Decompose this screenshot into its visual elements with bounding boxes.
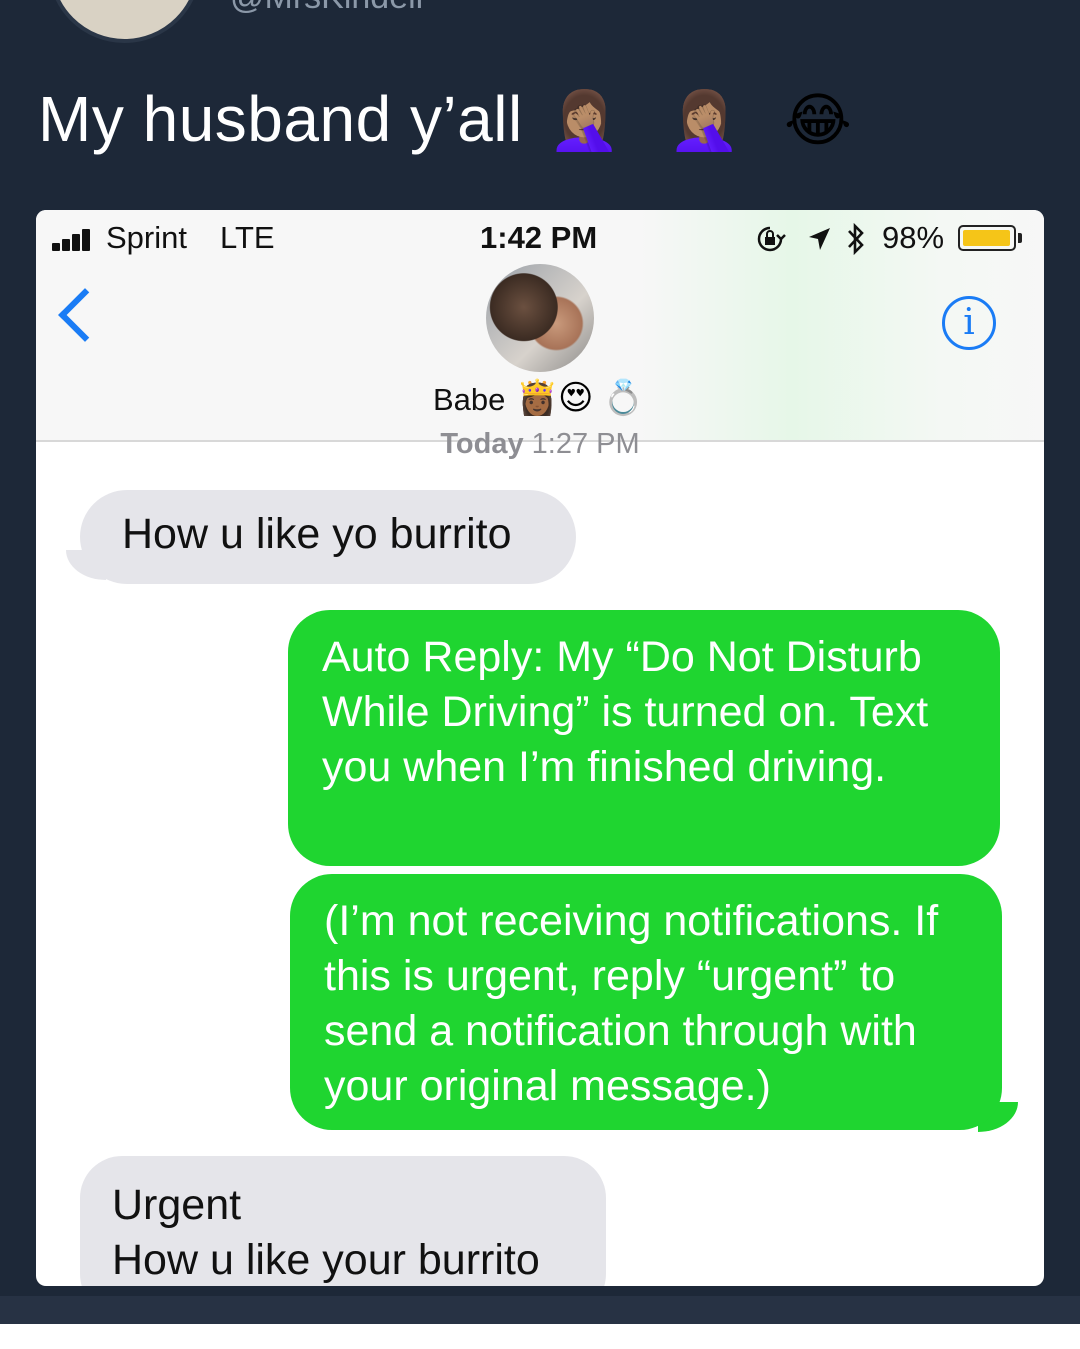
carrier-name: Sprint (106, 220, 187, 255)
bottom-margin (0, 1324, 1080, 1349)
back-chevron-icon[interactable] (58, 288, 112, 342)
incoming-message-bubble[interactable]: Urgent How u like your burrito (80, 1156, 606, 1286)
ring-emoji: 💍 (602, 379, 645, 417)
lock-rotation-icon (757, 226, 786, 252)
battery-icon (958, 225, 1016, 251)
battery-percent: 98% (882, 220, 945, 255)
message-timestamp: Today 1:27 PM (36, 428, 1044, 461)
incoming-message-bubble[interactable]: How u like yo burrito (80, 490, 576, 584)
conversation-header: Sprint LTE 1:42 PM 98% Babe 👸🏾 😍 💍 i (36, 210, 1044, 442)
timestamp-day: Today (440, 428, 524, 460)
outgoing-message-bubble[interactable]: Auto Reply: My “Do Not Disturb While Dri… (288, 610, 1000, 866)
network-type: LTE (220, 220, 275, 255)
facepalm-emoji: 🤦🏽‍♀️ (548, 88, 621, 153)
battery-level-fill (963, 230, 1010, 246)
location-arrow-icon (809, 228, 830, 250)
battery-tip (1018, 233, 1022, 243)
timestamp-time: 1:27 PM (531, 428, 640, 460)
bluetooth-icon (848, 222, 864, 256)
message-line: Urgent (112, 1181, 242, 1229)
contact-avatar[interactable] (486, 264, 594, 372)
princess-emoji: 👸🏾 (516, 379, 559, 417)
contact-name[interactable]: Babe (433, 382, 505, 418)
outgoing-message-bubble[interactable]: (I’m not receiving notifications. If thi… (290, 874, 1002, 1130)
signal-strength-icon (52, 227, 100, 251)
tweet-author-avatar[interactable] (48, 0, 201, 43)
messages-screenshot[interactable]: Sprint LTE 1:42 PM 98% Babe 👸🏾 😍 💍 i Tod… (36, 210, 1044, 1286)
tweet-text: My husband y’all (38, 83, 523, 155)
heart-eyes-emoji: 😍 (558, 379, 594, 417)
laughing-emoji: 😂 (784, 88, 852, 153)
message-line: How u like your burrito (112, 1236, 540, 1284)
facepalm-emoji: 🤦🏽‍♀️ (668, 88, 741, 153)
info-icon[interactable]: i (942, 296, 996, 350)
status-time: 1:42 PM (480, 220, 598, 255)
bottom-divider-bar (0, 1296, 1080, 1324)
tweet-author-handle[interactable]: @MrsKindell (230, 0, 423, 17)
